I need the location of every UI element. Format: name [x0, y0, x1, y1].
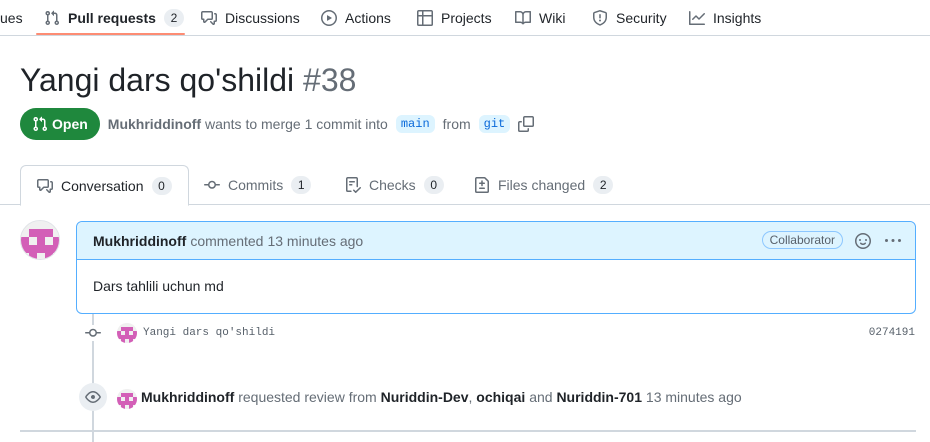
nav-item-projects[interactable]: Projects	[417, 0, 492, 36]
base-branch[interactable]: main	[395, 115, 435, 133]
tab-counter: 1	[291, 176, 312, 194]
collaborator-badge: Collaborator	[761, 231, 843, 249]
review-action: requested review from	[238, 389, 377, 405]
nav-item-label: Discussions	[225, 10, 300, 26]
file-diff-icon	[474, 177, 490, 193]
nav-item-security[interactable]: Security	[592, 0, 667, 36]
nav-item-label: Security	[616, 10, 667, 26]
comment-icon	[37, 178, 53, 194]
comment-discussion-icon	[201, 10, 217, 26]
tab-label: Commits	[228, 177, 284, 193]
merge-summary: Mukhriddinoff wants to merge 1 commit in…	[108, 116, 388, 132]
nav-item-label: ues	[0, 10, 23, 26]
reviewer-link[interactable]: Nuriddin-Dev	[381, 389, 469, 405]
comment-action: commented	[190, 232, 264, 249]
comment-body: Dars tahlili uchun md	[93, 278, 224, 294]
comment-header: Mukhriddinoff commented 13 minutes ago C…	[77, 222, 915, 260]
reviewer-link[interactable]: Nuriddin-701	[556, 389, 642, 405]
nav-item-insights[interactable]: Insights	[689, 0, 761, 36]
kebab-horizontal-icon[interactable]	[885, 233, 901, 249]
nav-item-wiki[interactable]: Wiki	[515, 0, 565, 36]
comment-box: Mukhriddinoff commented 13 minutes ago C…	[76, 221, 916, 314]
head-branch[interactable]: git	[478, 115, 511, 133]
pr-author-link[interactable]: Mukhriddinoff	[108, 116, 201, 132]
eye-icon	[79, 383, 107, 411]
pr-title-text: Yangi dars qo'shildi	[20, 62, 295, 98]
review-actor[interactable]: Mukhriddinoff	[141, 389, 234, 405]
nav-item-pull-requests[interactable]: Pull requests 2	[44, 0, 184, 36]
commit-message[interactable]: Yangi dars qo'shildi	[143, 327, 275, 339]
nav-item-discussions[interactable]: Discussions	[201, 0, 300, 36]
commit-sha[interactable]: 0274191	[869, 327, 915, 339]
timeline-divider	[20, 430, 916, 432]
nav-item-label: Projects	[441, 10, 492, 26]
smiley-icon[interactable]	[855, 233, 871, 249]
review-and: and	[529, 389, 553, 405]
pr-tabs: Conversation 0 Commits 1 Checks 0 Files …	[0, 165, 930, 206]
graph-icon	[689, 10, 705, 26]
book-icon	[515, 10, 531, 26]
table-icon	[417, 10, 433, 26]
pull-requests-count: 2	[163, 9, 184, 27]
copy-icon[interactable]	[518, 116, 535, 132]
avatar[interactable]	[20, 220, 60, 260]
avatar[interactable]	[117, 389, 137, 409]
tab-conversation[interactable]: Conversation 0	[20, 165, 189, 206]
tab-counter: 0	[151, 176, 172, 195]
nav-item-label: Pull requests	[68, 10, 156, 26]
page-title: Yangi dars qo'shildi #38	[20, 62, 356, 99]
reviewer-link[interactable]: ochiqai	[476, 389, 525, 405]
git-commit-icon	[204, 177, 220, 193]
tab-commits[interactable]: Commits 1	[204, 165, 312, 205]
tab-files-changed[interactable]: Files changed 2	[474, 165, 614, 205]
tab-label: Conversation	[61, 177, 144, 194]
shield-icon	[592, 10, 608, 26]
nav-item-label: Wiki	[539, 10, 566, 26]
tab-checks[interactable]: Checks 0	[345, 165, 444, 205]
git-pull-request-icon	[32, 116, 48, 132]
tab-label: Checks	[369, 177, 416, 193]
play-icon	[321, 10, 337, 26]
git-commit-icon	[85, 325, 101, 341]
review-separator: ,	[468, 389, 473, 405]
selected-tab-underline	[36, 33, 185, 35]
avatar[interactable]	[117, 323, 137, 343]
tab-label: Files changed	[498, 177, 586, 193]
state-label: Open	[52, 116, 88, 132]
tab-counter: 2	[593, 176, 614, 194]
repo-nav: ues Pull requests 2 Discussions Actions …	[0, 0, 930, 36]
merge-text: wants to merge 1 commit into	[204, 116, 388, 132]
nav-item-label: Insights	[713, 10, 762, 26]
tab-counter: 0	[423, 176, 444, 194]
nav-item-issues[interactable]: ues	[0, 0, 23, 36]
nav-item-actions[interactable]: Actions	[321, 0, 391, 36]
checklist-icon	[345, 177, 361, 193]
comment-author[interactable]: Mukhriddinoff	[93, 233, 186, 249]
review-time[interactable]: 13 minutes ago	[646, 389, 742, 405]
comment-time[interactable]: 13 minutes ago	[267, 233, 363, 249]
from-text: from	[442, 116, 471, 132]
nav-item-label: Actions	[345, 10, 391, 26]
state-badge: Open	[20, 108, 100, 140]
review-request-event: Mukhriddinoff requested review from Nuri…	[141, 389, 742, 405]
git-pull-request-icon	[44, 10, 60, 26]
pr-meta: Open Mukhriddinoff wants to merge 1 comm…	[20, 108, 535, 140]
pr-number: #38	[303, 62, 357, 98]
